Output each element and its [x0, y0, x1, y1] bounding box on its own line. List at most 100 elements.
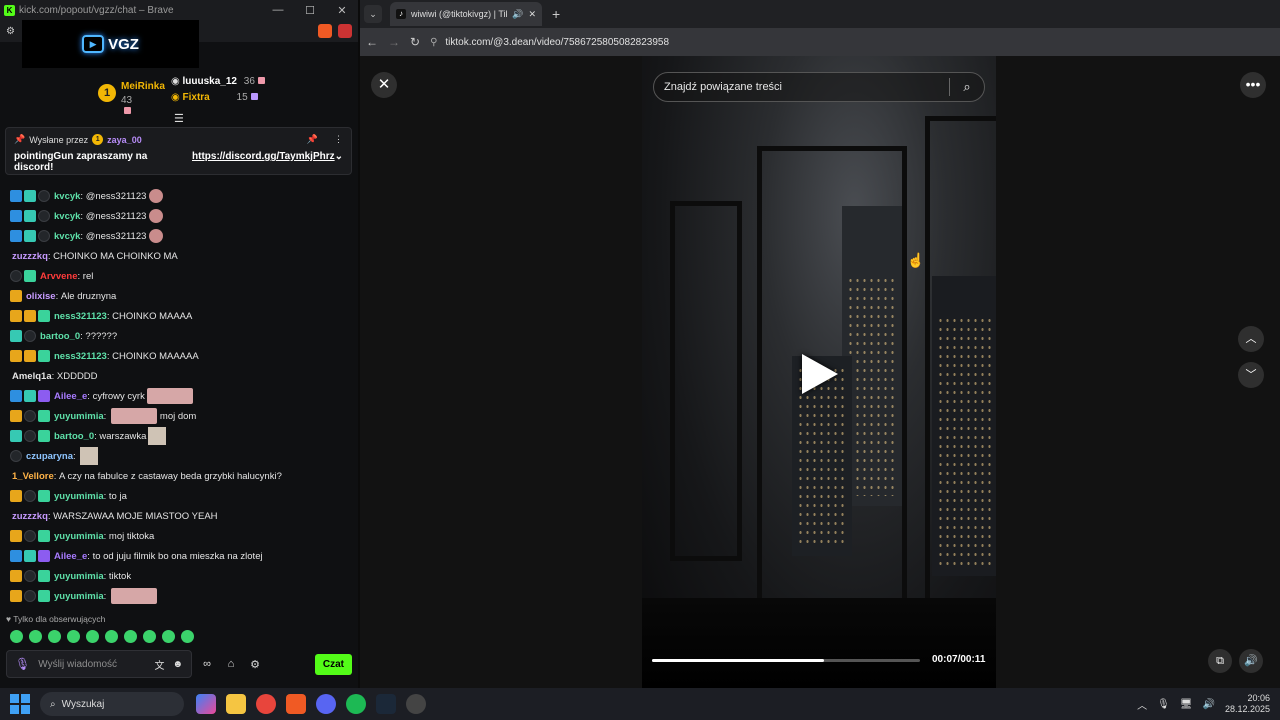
mic-icon[interactable]: 🎙	[15, 657, 30, 671]
file-explorer-icon[interactable]	[226, 694, 246, 714]
unpin-icon[interactable]: 📌	[307, 134, 318, 145]
brave-rewards-icon[interactable]	[338, 24, 352, 38]
taskbar: ⌕ Wyszukaj ︿ 🎙 🖥 🔊 20:06 28.12.2025	[0, 688, 1280, 720]
emote-icon[interactable]	[10, 630, 23, 643]
steam-icon[interactable]	[376, 694, 396, 714]
emote-icon[interactable]	[67, 630, 80, 643]
volume-icon[interactable]: 🔊	[1239, 649, 1263, 673]
chat-text: cyfrowy cyrk	[92, 390, 145, 402]
chat-username[interactable]: ness321123	[54, 311, 107, 322]
site-settings-icon[interactable]: ⚙	[6, 26, 15, 37]
chat-username[interactable]: bartoo_0	[54, 431, 94, 442]
emote-icon[interactable]	[29, 630, 42, 643]
next-video-button[interactable]: ﹀	[1238, 362, 1264, 388]
tab-list-icon[interactable]: ⌄	[364, 5, 382, 23]
windows-start-icon[interactable]	[10, 694, 30, 714]
emote-icon[interactable]	[48, 630, 61, 643]
back-icon[interactable]: ←	[366, 35, 378, 49]
leader-third[interactable]: ◉ Fixtra 15	[171, 92, 258, 103]
emote-icon[interactable]	[162, 630, 175, 643]
chrome-icon[interactable]	[256, 694, 276, 714]
more-options-button[interactable]: •••	[1240, 72, 1266, 98]
emote-icon[interactable]	[86, 630, 99, 643]
chat-username[interactable]: yuyumimia	[54, 571, 104, 582]
store-icon[interactable]: ⌂	[222, 658, 240, 670]
close-icon[interactable]: ✕	[326, 4, 358, 17]
network-icon[interactable]: 🖥	[1180, 699, 1193, 710]
brave-shield-icon[interactable]	[318, 24, 332, 38]
chat-messages: kvcyk: @ness321123 kvcyk: @ness321123 kvcy…	[0, 186, 358, 606]
chat-username[interactable]: yuyumimia	[54, 591, 104, 602]
discord-link[interactable]: https://discord.gg/TaymkjPhrz	[192, 151, 335, 173]
tokens-icon[interactable]: ∞	[198, 658, 216, 670]
mouse-cursor-icon: ☝	[907, 252, 925, 268]
obs-icon[interactable]	[406, 694, 426, 714]
related-search-input[interactable]: Znajdź powiązane treści ⌕	[653, 72, 985, 102]
mic-icon[interactable]: 🎙	[1157, 699, 1170, 710]
speaker-icon[interactable]: 🔊	[512, 9, 523, 20]
spotify-icon[interactable]	[346, 694, 366, 714]
more-options-icon[interactable]: ⋮	[334, 134, 343, 145]
close-video-button[interactable]: ✕	[371, 72, 397, 98]
chat-username[interactable]: Ailee_e	[54, 391, 87, 402]
translate-icon[interactable]: 文	[154, 657, 164, 672]
taskbar-search[interactable]: ⌕ Wyszukaj	[40, 692, 184, 716]
clock[interactable]: 20:06 28.12.2025	[1225, 693, 1270, 715]
emote-icon[interactable]	[143, 630, 156, 643]
brave-icon[interactable]	[286, 694, 306, 714]
maximize-icon[interactable]: ☐	[294, 4, 326, 17]
video-frame[interactable]: Znajdź powiązane treści ⌕ 00:07/00:11	[642, 56, 996, 688]
progress-bar[interactable]	[652, 659, 920, 662]
chat-username[interactable]: kvcyk	[54, 231, 80, 242]
chat-username[interactable]: zuzzzkq	[12, 511, 48, 522]
tab-close-icon[interactable]: ✕	[528, 9, 536, 20]
chat-username[interactable]: yuyumimia	[54, 491, 104, 502]
site-info-icon[interactable]: ⚲	[430, 37, 437, 48]
chevron-down-icon[interactable]: ⌄	[335, 151, 343, 173]
discord-icon[interactable]	[316, 694, 336, 714]
emote-icon	[80, 447, 99, 465]
reload-icon[interactable]: ↻	[410, 35, 420, 49]
url-field[interactable]: ⚲ tiktok.com/@3.dean/video/7586725805082…	[430, 37, 669, 48]
vgz-banner-text: VGZ	[108, 35, 139, 53]
badge-icon	[38, 550, 50, 562]
chat-username[interactable]: zuzzzkq	[12, 251, 48, 262]
pinned-badge: 1	[92, 134, 104, 145]
chat-username[interactable]: ness321123	[54, 351, 107, 362]
search-icon[interactable]: ⌕	[950, 79, 984, 95]
badge-icon	[38, 490, 50, 502]
chat-message: bartoo_0: warszawka	[0, 426, 358, 446]
settings-icon[interactable]: ⚙	[246, 658, 264, 671]
chat-username[interactable]: bartoo_0	[40, 331, 80, 342]
play-icon[interactable]	[802, 354, 838, 394]
chat-username[interactable]: czuparyna	[26, 451, 73, 462]
emoji-icon[interactable]: ☻	[172, 659, 183, 670]
chat-username[interactable]: yuyumimia	[54, 411, 104, 422]
forward-icon[interactable]: →	[388, 35, 400, 49]
emote-icon[interactable]	[105, 630, 118, 643]
chevron-up-icon[interactable]: ︿	[1137, 697, 1147, 712]
leader-second[interactable]: ◉ luuuska_12 36	[171, 76, 265, 87]
emote-icon[interactable]	[181, 630, 194, 643]
chat-username[interactable]: Amelq1a	[12, 371, 52, 382]
chat-username[interactable]: Ailee_e	[54, 551, 87, 562]
volume-icon[interactable]: 🔊	[1203, 699, 1215, 710]
send-button[interactable]: Czat	[314, 653, 352, 675]
chat-input[interactable]: 🎙 Wyślij wiadomość 文 ☻	[6, 650, 192, 678]
chat-username[interactable]: Arvvene	[40, 271, 78, 282]
chat-username[interactable]: olixise	[26, 291, 56, 302]
clock-date: 28.12.2025	[1224, 704, 1270, 714]
tab-tiktok[interactable]: ♪ wiwiwi (@tiktokivgz) | TikTok 🔊 ✕	[390, 2, 542, 26]
pip-icon[interactable]: ⧉	[1208, 649, 1232, 673]
chat-username[interactable]: kvcyk	[54, 191, 80, 202]
filter-icon[interactable]: ☰	[174, 112, 184, 125]
chat-username[interactable]: kvcyk	[54, 211, 80, 222]
pinned-author[interactable]: zaya_00	[107, 135, 142, 145]
new-tab-icon[interactable]: +	[552, 6, 560, 22]
previous-video-button[interactable]: ︿	[1238, 326, 1264, 352]
minimize-icon[interactable]: —	[262, 4, 294, 16]
chat-username[interactable]: yuyumimia	[54, 531, 104, 542]
copilot-icon[interactable]	[196, 694, 216, 714]
emote-icon[interactable]	[124, 630, 137, 643]
chat-username[interactable]: 1_Vellore	[12, 471, 54, 482]
